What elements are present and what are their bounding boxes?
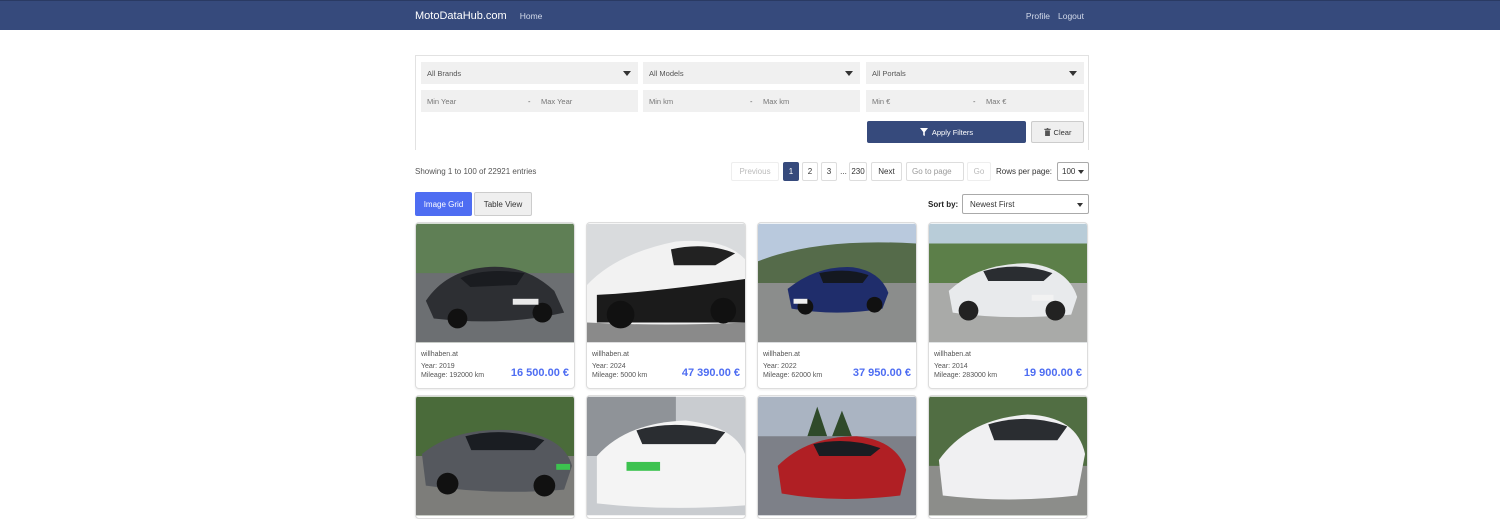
portal-select-value: All Portals (872, 68, 906, 78)
car-photo[interactable] (587, 396, 745, 516)
car-photo[interactable] (587, 223, 745, 343)
nav-logout-link[interactable]: Logout (1058, 11, 1084, 21)
tab-image-grid[interactable]: Image Grid (415, 192, 472, 216)
price-range: Min € - Max € (866, 90, 1084, 112)
car-photo[interactable] (758, 396, 916, 516)
pagination-ellipsis: ... (839, 162, 848, 181)
car-price: 19 900.00 € (1023, 367, 1082, 379)
car-info: willhaben.at Year: 2024 Mileage: 5000 km… (587, 345, 745, 388)
car-card[interactable]: willhaben.at Year: 2022 Mileage: 62000 k… (757, 222, 917, 389)
goto-page-input[interactable]: Go to page (906, 162, 964, 181)
chevron-down-icon (1077, 203, 1083, 207)
car-portal: willhaben.at (763, 351, 800, 358)
pagination-page-last[interactable]: 230 (849, 162, 867, 181)
brand-logo[interactable]: MotoDataHub.com (415, 10, 507, 22)
car-price: 37 950.00 € (852, 367, 911, 379)
filter-icon (919, 128, 928, 136)
apply-filters-label: Apply Filters (931, 127, 974, 137)
pagination-page-1[interactable]: 1 (783, 162, 799, 181)
pagination-previous[interactable]: Previous (731, 162, 779, 181)
car-card[interactable] (586, 395, 746, 519)
car-card[interactable] (928, 395, 1088, 519)
min-year-input[interactable]: Min Year (427, 97, 456, 106)
rows-per-page-value: 100 (1062, 167, 1076, 176)
apply-filters-button[interactable]: Apply Filters (867, 121, 1026, 143)
chevron-down-icon (845, 71, 853, 76)
navbar-inner: MotoDataHub.com Home Profile Logout (415, 1, 1085, 31)
pagination-next[interactable]: Next (871, 162, 902, 181)
filter-panel: All Brands All Models All Portals Min Ye… (415, 55, 1089, 150)
rows-per-page-label: Rows per page: (996, 167, 1053, 176)
model-select[interactable]: All Models (643, 62, 860, 84)
chevron-down-icon (1078, 170, 1084, 174)
nav-profile-link[interactable]: Profile (1026, 11, 1050, 21)
brand-select-value: All Brands (427, 68, 462, 78)
brand-select[interactable]: All Brands (421, 62, 638, 84)
sort-label: Sort by: (928, 200, 959, 209)
car-photo[interactable] (929, 223, 1087, 343)
max-km-input[interactable]: Max km (763, 97, 789, 106)
car-portal: willhaben.at (592, 351, 629, 358)
car-card[interactable]: willhaben.at Year: 2019 Mileage: 192000 … (415, 222, 575, 389)
car-photo[interactable] (416, 396, 574, 516)
sort-select-value: Newest First (970, 199, 1015, 209)
pagination-page-2[interactable]: 2 (802, 162, 818, 181)
nav-user-links: Profile Logout (1026, 1, 1084, 31)
model-select-value: All Models (649, 68, 684, 78)
car-photo[interactable] (929, 396, 1087, 516)
chevron-down-icon (1069, 71, 1077, 76)
car-photo[interactable] (416, 223, 574, 343)
car-card[interactable]: willhaben.at Year: 2014 Mileage: 283000 … (928, 222, 1088, 389)
nav-home-link[interactable]: Home (520, 11, 543, 21)
sort-select[interactable]: Newest First (962, 194, 1089, 214)
entries-count: Showing 1 to 100 of 22921 entries (415, 167, 537, 176)
car-photo[interactable] (758, 223, 916, 343)
range-separator: - (750, 97, 753, 106)
min-price-input[interactable]: Min € (872, 97, 890, 106)
max-year-input[interactable]: Max Year (541, 97, 572, 106)
km-range: Min km - Max km (643, 90, 860, 112)
chevron-down-icon (623, 71, 631, 76)
car-card[interactable]: willhaben.at Year: 2024 Mileage: 5000 km… (586, 222, 746, 389)
goto-page-button[interactable]: Go (967, 162, 991, 181)
car-info: willhaben.at Year: 2014 Mileage: 283000 … (929, 345, 1087, 388)
rows-per-page-select[interactable]: 100 (1057, 162, 1089, 181)
car-card[interactable] (757, 395, 917, 519)
clear-filters-label: Clear (1053, 127, 1072, 137)
range-separator: - (973, 97, 976, 106)
car-card[interactable] (415, 395, 575, 519)
car-portal: willhaben.at (934, 351, 971, 358)
car-portal: willhaben.at (421, 351, 458, 358)
car-price: 16 500.00 € (510, 367, 569, 379)
tab-table-view[interactable]: Table View (474, 192, 532, 216)
car-info: willhaben.at Year: 2019 Mileage: 192000 … (416, 345, 574, 388)
car-info: willhaben.at Year: 2022 Mileage: 62000 k… (758, 345, 916, 388)
portal-select[interactable]: All Portals (866, 62, 1084, 84)
pagination-page-3[interactable]: 3 (821, 162, 837, 181)
range-separator: - (528, 97, 531, 106)
min-km-input[interactable]: Min km (649, 97, 673, 106)
car-price: 47 390.00 € (681, 367, 740, 379)
clear-filters-button[interactable]: Clear (1031, 121, 1084, 143)
trash-icon (1043, 128, 1051, 136)
year-range: Min Year - Max Year (421, 90, 638, 112)
max-price-input[interactable]: Max € (986, 97, 1006, 106)
navbar: MotoDataHub.com Home Profile Logout (0, 0, 1500, 30)
